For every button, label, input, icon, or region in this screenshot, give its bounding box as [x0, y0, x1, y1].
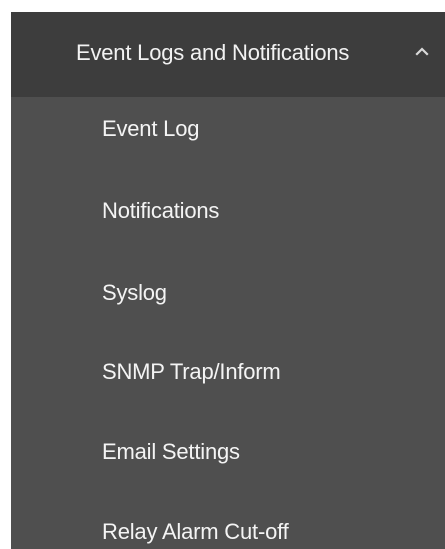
- submenu-item-event-log[interactable]: Event Log: [11, 99, 445, 159]
- sidebar-submenu-panel: Event Logs and Notifications Event Log N…: [11, 12, 445, 549]
- submenu-item-label: Email Settings: [102, 439, 240, 464]
- submenu-item-notifications[interactable]: Notifications: [11, 181, 445, 241]
- submenu-item-syslog[interactable]: Syslog: [11, 263, 445, 323]
- submenu-item-snmp-trap-inform[interactable]: SNMP Trap/Inform: [11, 342, 445, 402]
- menu-section-header-event-logs-and-notifications[interactable]: Event Logs and Notifications: [11, 12, 445, 97]
- submenu-item-label: Notifications: [102, 198, 220, 223]
- submenu-item-email-settings[interactable]: Email Settings: [11, 422, 445, 482]
- submenu-item-label: SNMP Trap/Inform: [102, 359, 281, 384]
- menu-section-header-label: Event Logs and Notifications: [76, 40, 350, 65]
- submenu-item-label: Event Log: [102, 116, 200, 141]
- submenu-item-label: Relay Alarm Cut-off: [102, 519, 289, 544]
- chevron-up-icon[interactable]: [413, 43, 431, 61]
- submenu-item-relay-alarm-cut-off[interactable]: Relay Alarm Cut-off: [11, 502, 445, 549]
- submenu-item-label: Syslog: [102, 280, 167, 305]
